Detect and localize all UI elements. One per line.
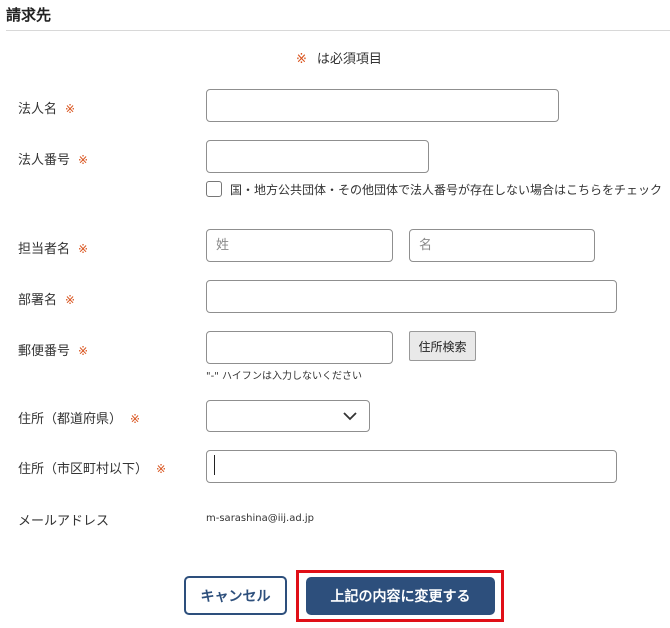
department-input[interactable] (206, 280, 617, 313)
corp-name-label-text: 法人名 (18, 102, 58, 117)
cancel-button[interactable]: キャンセル (184, 576, 287, 615)
text-cursor (214, 455, 215, 475)
required-mark: ※ (296, 52, 307, 67)
prefecture-label-text: 住所（都道府県） (18, 412, 123, 427)
required-note-text: は必須項目 (316, 52, 382, 67)
postal-code-input[interactable] (206, 331, 393, 364)
required-mark: ※ (78, 153, 89, 167)
required-mark: ※ (156, 462, 167, 476)
postal-code-hint: "-" ハイフンは入力しないください (206, 371, 362, 382)
department-label: 部署名 ※ (18, 289, 75, 308)
city-input[interactable] (206, 450, 617, 483)
last-name-input[interactable] (206, 229, 393, 262)
section-divider (6, 30, 670, 31)
section-title: 請求先 (6, 6, 52, 24)
corp-name-label: 法人名 ※ (18, 98, 75, 117)
chevron-down-icon (343, 412, 357, 421)
first-name-input[interactable] (409, 229, 595, 262)
prefecture-select[interactable] (206, 400, 370, 432)
prefecture-label: 住所（都道府県） ※ (18, 408, 140, 427)
no-corp-number-checkbox[interactable] (206, 181, 222, 197)
contact-name-label-text: 担当者名 (18, 242, 71, 257)
city-label-text: 住所（市区町村以下） (18, 462, 149, 477)
required-mark: ※ (65, 293, 76, 307)
email-value: m-sarashina@iij.ad.jp (206, 513, 315, 524)
required-mark: ※ (130, 412, 141, 426)
required-mark: ※ (78, 344, 89, 358)
city-label: 住所（市区町村以下） ※ (18, 458, 166, 477)
corp-number-input[interactable] (206, 140, 429, 173)
corp-name-input[interactable] (206, 89, 559, 122)
corp-number-label: 法人番号 ※ (18, 149, 88, 168)
required-mark: ※ (65, 102, 76, 116)
department-label-text: 部署名 (18, 293, 58, 308)
no-corp-number-label: 国・地方公共団体・その他団体で法人番号が存在しない場合はこちらをチェック (230, 183, 663, 197)
email-label: メールアドレス (18, 514, 110, 529)
postal-code-label: 郵便番号 ※ (18, 340, 88, 359)
required-mark: ※ (78, 242, 89, 256)
submit-button[interactable]: 上記の内容に変更する (306, 577, 495, 615)
postal-code-label-text: 郵便番号 (18, 344, 71, 359)
corp-number-label-text: 法人番号 (18, 153, 71, 168)
address-search-button[interactable]: 住所検索 (409, 331, 476, 361)
required-note: ※ は必須項目 (296, 48, 382, 67)
contact-name-label: 担当者名 ※ (18, 238, 88, 257)
